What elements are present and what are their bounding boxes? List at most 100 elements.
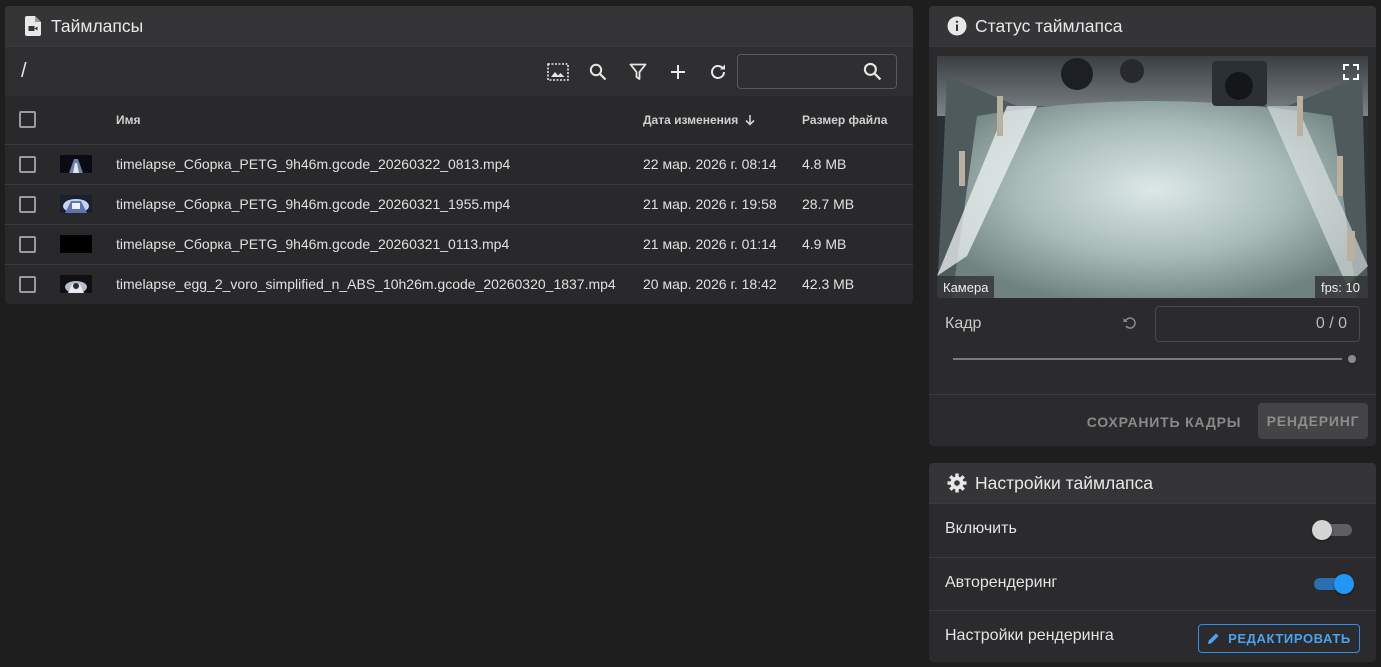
row-thumbnail-cell: [60, 224, 116, 264]
table-row[interactable]: timelapse_Сборка_PETG_9h46m.gcode_202603…: [5, 144, 913, 184]
filter-button[interactable]: [618, 52, 658, 92]
current-path[interactable]: /: [21, 60, 27, 83]
enable-label: Включить: [945, 520, 1017, 537]
row-checkbox-cell: [5, 264, 60, 304]
row-date: 22 мар. 2026 г. 08:14: [643, 156, 777, 172]
thumbnail-toggle-button[interactable]: [538, 52, 578, 92]
render-settings-row: Настройки рендеринга РЕДАКТИРОВАТЬ: [929, 610, 1376, 662]
frame-slider-thumb[interactable]: [1348, 355, 1356, 363]
reset-icon: [1123, 317, 1136, 329]
row-checkbox[interactable]: [19, 155, 36, 173]
fullscreen-button[interactable]: [1342, 63, 1360, 81]
row-file-name[interactable]: timelapse_Сборка_PETG_9h46m.gcode_202603…: [116, 184, 643, 224]
sort-arrow-down-icon: [745, 114, 755, 126]
settings-card-header: Настройки таймлапса: [929, 463, 1376, 504]
row-size: 4.8 MB: [802, 156, 847, 172]
row-thumbnail-cell: [60, 184, 116, 224]
enable-toggle-knob: [1312, 520, 1332, 540]
row-date: 20 мар. 2026 г. 18:42: [643, 276, 777, 293]
column-name[interactable]: Имя: [116, 96, 643, 144]
select-all-checkbox[interactable]: [19, 111, 36, 129]
column-date[interactable]: Дата изменения: [643, 96, 802, 144]
files-table: Имя Дата изменения Размер файла timelaps…: [5, 96, 913, 304]
status-card-header: Статус таймлапса: [929, 6, 1376, 47]
thumbnail-toggle-icon: [547, 62, 569, 81]
files-toolbar: /: [5, 47, 913, 96]
thumbnail-column: [60, 96, 116, 144]
row-checkbox[interactable]: [19, 195, 36, 213]
edit-render-settings-button[interactable]: РЕДАКТИРОВАТЬ: [1198, 624, 1360, 653]
files-card-title: Таймлапсы: [51, 15, 144, 36]
status-card-title: Статус таймлапса: [975, 15, 1123, 36]
autorender-toggle-knob: [1334, 574, 1354, 594]
column-name-label: Имя: [116, 112, 141, 127]
enable-row: Включить: [929, 504, 1376, 557]
render-settings-label: Настройки рендеринга: [945, 627, 1114, 644]
row-file-name[interactable]: timelapse_Сборка_PETG_9h46m.gcode_202603…: [116, 144, 643, 184]
video-thumbnail: [60, 235, 92, 254]
row-checkbox-cell: [5, 144, 60, 184]
row-size: 42.3 MB: [802, 276, 855, 293]
row-size: 28.7 MB: [802, 196, 855, 212]
toolbar-icons: [538, 47, 738, 96]
table-header: Имя Дата изменения Размер файла: [5, 96, 913, 144]
camera-view[interactable]: Камера fps: 10: [937, 56, 1368, 298]
row-checkbox[interactable]: [19, 276, 36, 294]
render-button[interactable]: РЕНДЕРИНГ: [1258, 403, 1368, 439]
edit-button-label: РЕДАКТИРОВАТЬ: [1228, 631, 1351, 646]
autorender-toggle[interactable]: [1314, 574, 1354, 594]
files-card-header: Таймлапсы: [5, 6, 913, 47]
add-icon: [671, 64, 685, 79]
fullscreen-icon: [1343, 64, 1359, 80]
search-field[interactable]: [737, 54, 897, 89]
column-date-label: Дата изменения: [643, 112, 739, 127]
info-icon: [947, 16, 967, 36]
frame-reset-button[interactable]: [1122, 315, 1140, 333]
fps-label: fps: 10: [1314, 276, 1368, 298]
gear-icon: [947, 473, 967, 493]
save-frames-button[interactable]: СОХРАНИТЬ КАДРЫ: [1079, 404, 1249, 440]
row-file-name[interactable]: timelapse_egg_2_voro_simplified_n_ABS_10…: [116, 264, 643, 304]
autorender-row: Авторендеринг: [929, 557, 1376, 610]
search-button[interactable]: [578, 52, 618, 92]
refresh-button[interactable]: [698, 52, 738, 92]
frame-label: Кадр: [945, 315, 982, 332]
row-checkbox-cell: [5, 224, 60, 264]
frame-row: Кадр 0 / 0: [945, 306, 1361, 342]
table-row[interactable]: timelapse_egg_2_voro_simplified_n_ABS_10…: [5, 264, 913, 304]
search-icon: [589, 63, 607, 80]
row-checkbox-cell: [5, 184, 60, 224]
frame-slider-track[interactable]: [953, 358, 1342, 360]
column-size[interactable]: Размер файла: [802, 96, 913, 144]
video-thumbnail: [60, 195, 92, 214]
frame-input[interactable]: 0 / 0: [1155, 306, 1360, 342]
settings-card-title: Настройки таймлапса: [975, 472, 1153, 493]
camera-feed-image: [937, 56, 1368, 298]
select-all-cell: [5, 96, 60, 144]
row-file-name[interactable]: timelapse_Сборка_PETG_9h46m.gcode_202603…: [116, 224, 643, 264]
row-thumbnail-cell: [60, 144, 116, 184]
search-input[interactable]: [746, 63, 856, 80]
status-divider: [929, 394, 1376, 395]
table-row[interactable]: timelapse_Сборка_PETG_9h46m.gcode_202603…: [5, 184, 913, 224]
row-thumbnail-cell: [60, 264, 116, 304]
row-date: 21 мар. 2026 г. 19:58: [643, 196, 777, 212]
filter-icon: [629, 63, 647, 80]
table-row[interactable]: timelapse_Сборка_PETG_9h46m.gcode_202603…: [5, 224, 913, 264]
row-size: 4.9 MB: [802, 236, 847, 252]
autorender-label: Авторендеринг: [945, 574, 1058, 591]
row-checkbox[interactable]: [19, 235, 36, 253]
timelapse-settings-card: Настройки таймлапса Включить Авторендери…: [929, 463, 1376, 662]
enable-toggle[interactable]: [1312, 520, 1352, 540]
add-button[interactable]: [658, 52, 698, 92]
timelapse-files-card: Таймлапсы / Имя Дата изменения Размер фа…: [5, 6, 913, 304]
video-thumbnail: [60, 155, 92, 174]
search-icon: [863, 62, 882, 86]
camera-label: Камера: [937, 276, 995, 298]
timelapse-status-card: Статус таймлапса Камера fps: 10 Кадр 0 /…: [929, 6, 1376, 446]
refresh-icon: [711, 64, 725, 79]
row-date: 21 мар. 2026 г. 01:14: [643, 236, 777, 252]
video-thumbnail: [60, 275, 92, 294]
pencil-icon: [1208, 633, 1219, 644]
video-file-icon: [23, 16, 43, 36]
